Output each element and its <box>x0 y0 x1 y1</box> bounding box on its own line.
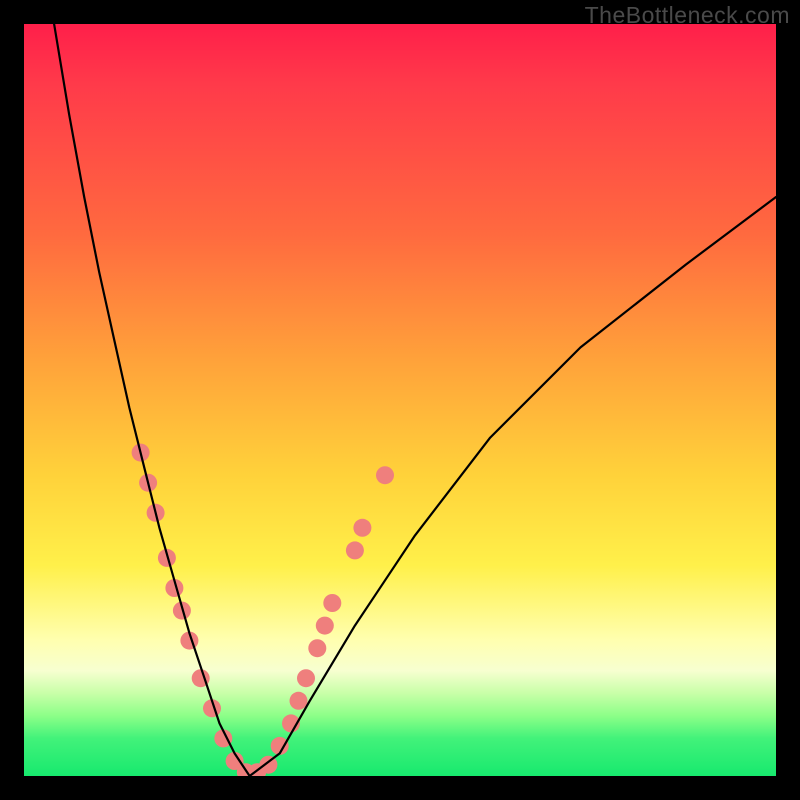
curve-marker <box>297 669 315 687</box>
chart-frame: TheBottleneck.com <box>0 0 800 800</box>
curve-marker <box>346 541 364 559</box>
watermark-text: TheBottleneck.com <box>585 2 790 29</box>
curve-marker <box>376 466 394 484</box>
bottleneck-curve <box>54 24 776 776</box>
curve-marker <box>308 639 326 657</box>
chart-plot-area <box>24 24 776 776</box>
marker-layer <box>132 444 394 776</box>
curve-marker <box>353 519 371 537</box>
curve-marker <box>316 617 334 635</box>
chart-svg <box>24 24 776 776</box>
curve-marker <box>323 594 341 612</box>
curve-marker <box>290 692 308 710</box>
